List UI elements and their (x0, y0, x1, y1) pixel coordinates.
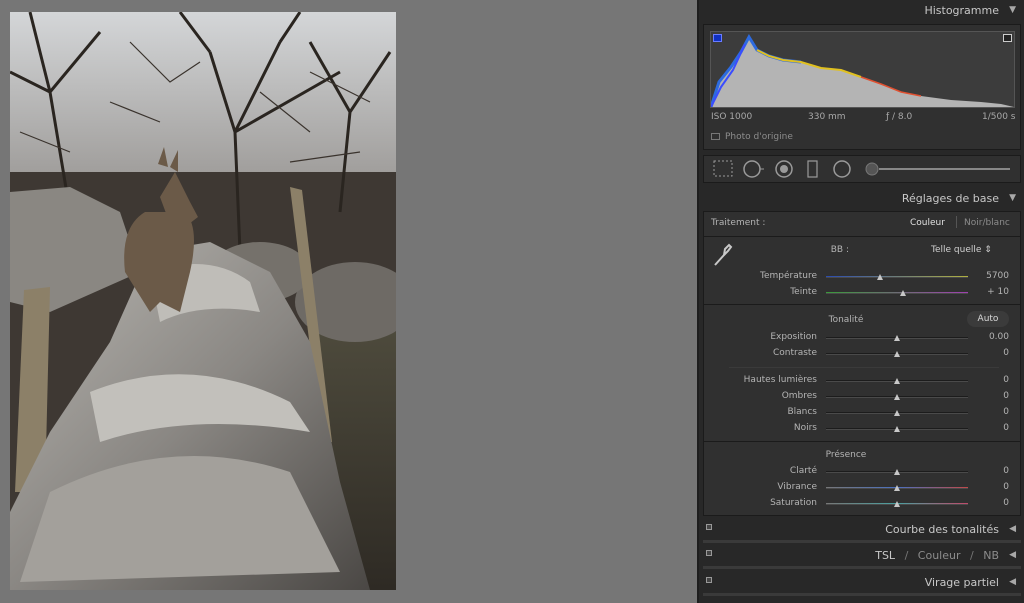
panel-end-bar (703, 593, 1021, 596)
panel-toggle-icon[interactable] (706, 524, 712, 530)
red-eye-icon (775, 160, 793, 178)
highlights-label: Hautes lumières (743, 375, 817, 385)
highlights-value[interactable]: 0 (969, 375, 1009, 385)
tone-curve-header[interactable]: Courbe des tonalités ◀ (703, 518, 1021, 543)
basic-title: Réglages de base (901, 192, 999, 205)
tone-curve-title: Courbe des tonalités (885, 523, 999, 536)
collapse-triangle-icon: ▼ (1009, 5, 1016, 15)
photo-preview[interactable] (10, 12, 396, 590)
aperture: ƒ / 8.0 (886, 112, 913, 122)
temperature-slider-thumb[interactable] (876, 274, 883, 280)
bw-tab[interactable]: NB (983, 549, 999, 562)
panel-end-bar (703, 540, 1021, 543)
subsection-divider (729, 367, 999, 368)
hsl-header[interactable]: TSL / Couleur / NB ◀ (703, 544, 1021, 569)
exposure-label: Exposition (770, 332, 817, 342)
tint-slider[interactable] (826, 292, 968, 294)
blacks-slider-thumb[interactable] (894, 426, 900, 432)
histogram-panel: ISO 1000 330 mm ƒ / 8.0 1/500 s Photo d'… (703, 24, 1021, 150)
panel-toggle-icon[interactable] (706, 550, 712, 556)
tab-separator: / (970, 549, 974, 562)
focal-length: 330 mm (808, 112, 846, 122)
blacks-value[interactable]: 0 (969, 423, 1009, 433)
split-toning-header[interactable]: Virage partiel ◀ (703, 571, 1021, 596)
divider (703, 441, 1021, 442)
temperature-label: Température (759, 271, 817, 281)
clarity-slider-thumb[interactable] (894, 469, 900, 475)
auto-button[interactable]: Auto (967, 311, 1009, 327)
histogram-title: Histogramme (924, 4, 999, 17)
contrast-value[interactable]: 0 (969, 348, 1009, 358)
develop-right-panel: Histogramme ▼ ISO 1000 330 mm ƒ / 8.0 1/… (699, 0, 1024, 603)
wb-label: BB : (830, 245, 849, 255)
shadows-value[interactable]: 0 (969, 391, 1009, 401)
hsl-tab[interactable]: TSL (875, 549, 895, 562)
adjustment-brush-icon (865, 162, 1010, 176)
tool-strip (703, 155, 1021, 183)
radial-filter-icon (833, 160, 851, 178)
treatment-label: Traitement : (711, 218, 766, 228)
expand-triangle-icon: ◀ (1009, 577, 1016, 587)
clarity-value[interactable]: 0 (969, 466, 1009, 476)
saturation-value[interactable]: 0 (969, 498, 1009, 508)
basic-header[interactable]: Réglages de base ▼ (703, 188, 1021, 210)
hsl-tabs: TSL / Couleur / NB (875, 549, 999, 562)
divider (703, 304, 1021, 305)
contrast-slider-thumb[interactable] (894, 351, 900, 357)
whites-value[interactable]: 0 (969, 407, 1009, 417)
whites-slider-thumb[interactable] (894, 410, 900, 416)
split-toning-title: Virage partiel (924, 576, 999, 589)
shutter-speed: 1/500 s (982, 112, 1016, 122)
wb-select[interactable]: Telle quelle ⇕ (931, 245, 992, 255)
saturation-slider-thumb[interactable] (894, 501, 900, 507)
expand-triangle-icon: ◀ (1009, 550, 1016, 560)
iso-value: ISO 1000 (711, 112, 753, 122)
histogram-graph[interactable] (709, 31, 1015, 108)
tint-label: Teinte (790, 287, 817, 297)
treatment-color-option[interactable]: Couleur (910, 218, 945, 228)
highlight-clipping-icon[interactable] (1003, 34, 1012, 42)
photo-workspace (0, 0, 697, 603)
saturation-label: Saturation (770, 498, 817, 508)
tint-slider-thumb[interactable] (899, 290, 906, 296)
treatment-separator (956, 216, 957, 228)
tint-value[interactable]: + 10 (969, 287, 1009, 297)
whites-label: Blancs (787, 407, 817, 417)
treatment-bw-option[interactable]: Noir/blanc (964, 218, 1010, 228)
blacks-label: Noirs (793, 423, 817, 433)
tab-separator: / (904, 549, 909, 562)
shadows-slider-thumb[interactable] (894, 394, 900, 400)
vibrance-value[interactable]: 0 (969, 482, 1009, 492)
contrast-label: Contraste (773, 348, 817, 358)
vibrance-slider-thumb[interactable] (894, 485, 900, 491)
panel-toggle-icon[interactable] (706, 577, 712, 583)
graduated-filter-icon (807, 160, 818, 178)
crop-tool-icon (713, 160, 733, 177)
divider (703, 236, 1021, 237)
shadow-clipping-icon[interactable] (713, 34, 722, 42)
collapse-triangle-icon: ▼ (1009, 193, 1016, 203)
vibrance-label: Vibrance (777, 482, 817, 492)
histogram-header[interactable]: Histogramme ▼ (703, 0, 1021, 22)
expand-triangle-icon: ◀ (1009, 524, 1016, 534)
original-checkbox-icon[interactable] (711, 133, 720, 140)
color-tab[interactable]: Couleur (918, 549, 961, 562)
shadows-label: Ombres (781, 391, 817, 401)
presence-label: Présence (825, 450, 867, 460)
panel-end-bar (703, 566, 1021, 569)
exposure-value[interactable]: 0.00 (969, 332, 1009, 342)
temperature-slider[interactable] (826, 276, 968, 278)
temperature-value[interactable]: 5700 (969, 271, 1009, 281)
exposure-slider-thumb[interactable] (894, 335, 900, 341)
spot-removal-icon (743, 160, 764, 178)
original-photo-label: Photo d'origine (725, 132, 793, 142)
tone-label: Tonalité (828, 315, 864, 325)
clarity-label: Clarté (789, 466, 817, 476)
original-photo-toggle[interactable]: Photo d'origine (711, 132, 793, 142)
highlights-slider-thumb[interactable] (894, 378, 900, 384)
